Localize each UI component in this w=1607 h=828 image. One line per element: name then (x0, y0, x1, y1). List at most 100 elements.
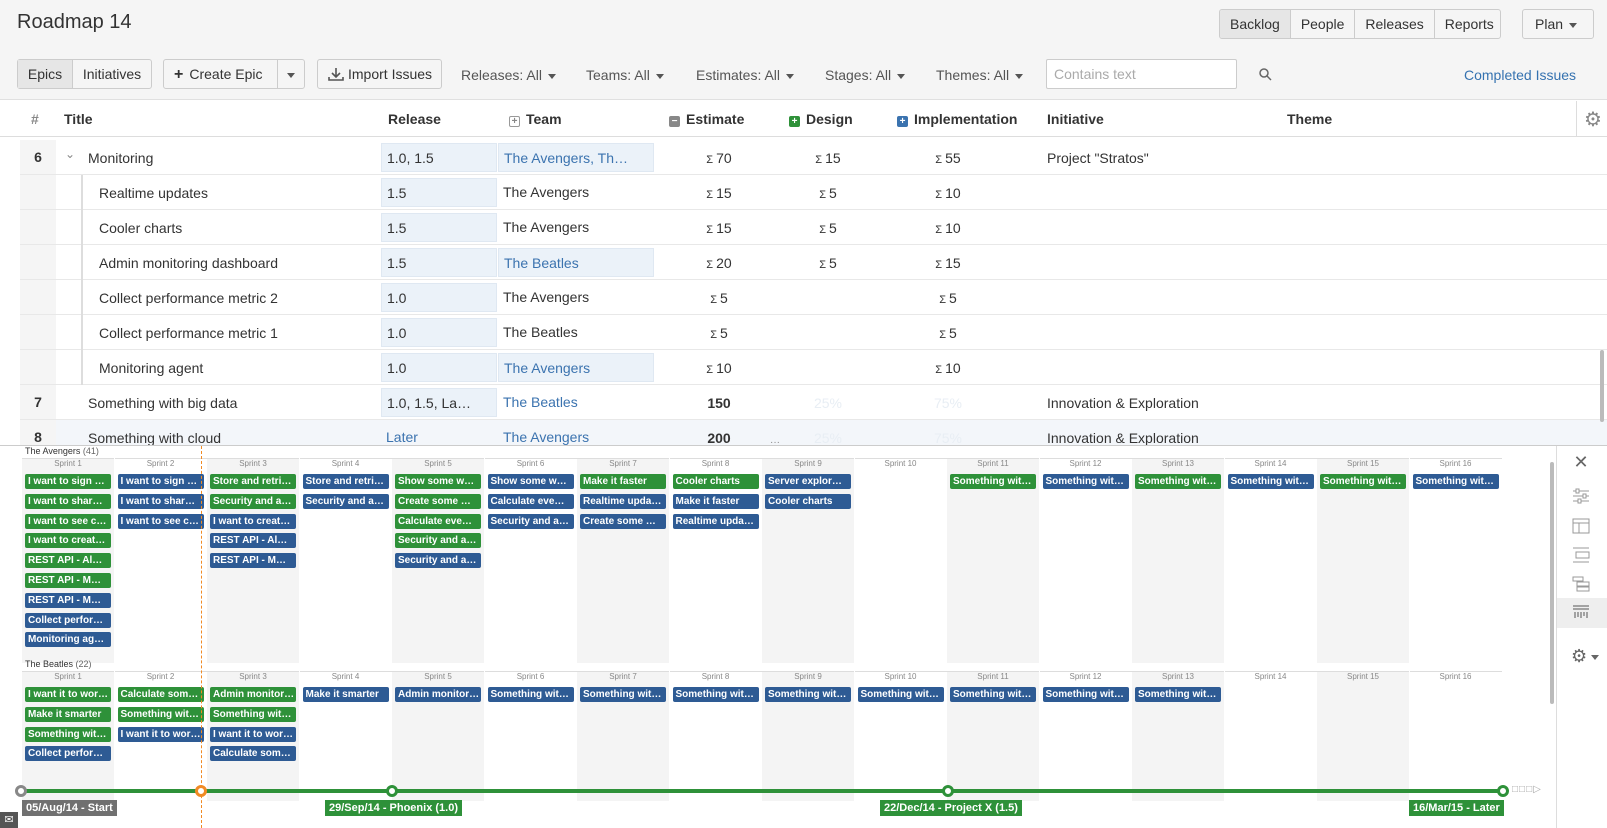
story-card[interactable]: Something wit… (25, 726, 111, 742)
team-cell[interactable]: The Beatles (498, 388, 654, 417)
design-value[interactable]: Σ5 (805, 255, 851, 271)
initiative-cell[interactable]: Innovation & Exploration (1047, 430, 1199, 445)
team-cell[interactable]: The Beatles (498, 318, 654, 347)
story-card[interactable]: I want it to wor… (25, 687, 111, 702)
initiative-cell[interactable]: Project "Stratos" (1047, 150, 1149, 166)
story-card[interactable]: I want to creat… (25, 533, 111, 549)
estimate-value[interactable]: Σ 10 (696, 360, 742, 376)
nav-reports[interactable]: Reports (1433, 10, 1500, 38)
estimate-value[interactable]: Σ 15 (696, 185, 742, 201)
release-cell[interactable]: Later (381, 423, 497, 445)
row-title[interactable]: Something with big data (88, 395, 237, 411)
story-card[interactable]: Security and a… (302, 493, 389, 509)
row-title[interactable]: Admin monitoring dashboard (99, 255, 278, 271)
team-cell[interactable]: The Avengers (498, 423, 654, 445)
tab-epics[interactable]: Epics (18, 60, 73, 88)
story-card[interactable]: I want to see c… (25, 513, 111, 529)
story-card[interactable]: Calculate som… (117, 687, 204, 702)
release-marker[interactable] (1497, 785, 1509, 797)
col-implementation[interactable]: + Implementation (897, 111, 1017, 127)
story-card[interactable]: Something wit… (1320, 474, 1406, 489)
story-card[interactable]: Realtime upda… (580, 493, 666, 509)
timeline-scroll-right-icon[interactable]: □□□▷ (1512, 784, 1542, 795)
story-card[interactable]: Calculate eve… (487, 493, 574, 509)
story-card[interactable]: Something wit… (765, 687, 851, 702)
child-table-row[interactable]: Admin monitoring dashboard 1.5 The Beatles… (20, 245, 1607, 280)
story-card[interactable]: Make it smarter (302, 687, 389, 702)
implementation-value[interactable]: Σ 10 (925, 185, 971, 201)
story-card[interactable]: Something wit… (117, 706, 204, 722)
story-card[interactable]: Calculate som… (210, 746, 296, 762)
story-card[interactable]: Something wit… (1412, 474, 1499, 489)
release-cell[interactable]: 1.5 (381, 213, 497, 242)
release-marker[interactable] (386, 785, 398, 797)
row-title[interactable]: Cooler charts (99, 220, 182, 236)
story-card[interactable]: REST API - M… (25, 592, 111, 608)
estimate-value[interactable]: Σ5 (696, 290, 742, 306)
collapse-icon[interactable]: − (669, 116, 680, 127)
design-value[interactable]: Σ5 (805, 220, 851, 236)
col-design[interactable]: + Design (789, 111, 853, 127)
row-title[interactable]: Collect performance metric 2 (99, 290, 278, 306)
create-epic-menu[interactable] (278, 60, 304, 88)
planner-scrollbar[interactable] (1550, 462, 1554, 704)
release-cell[interactable]: 1.0 (381, 318, 497, 347)
table-row[interactable]: 6 ⌄ Monitoring 1.0, 1.5 The Avengers, Th… Σ 70… (20, 140, 1607, 175)
release-label[interactable]: 05/Aug/14 - Start (22, 800, 117, 816)
nav-people[interactable]: People (1289, 10, 1355, 38)
story-card[interactable]: Security and a… (395, 533, 481, 549)
child-table-row[interactable]: Realtime updates 1.5 The Avengers Σ 15 Σ 5 Σ 10 (20, 175, 1607, 210)
col-team[interactable]: + Team (509, 111, 562, 127)
close-icon[interactable]: ✕ (1571, 452, 1591, 472)
story-card[interactable]: I want to shar… (117, 493, 204, 509)
story-card[interactable]: I want to sign … (117, 474, 204, 489)
story-card[interactable]: Collect perfor… (25, 612, 111, 628)
story-card[interactable]: Server explor… (765, 474, 851, 489)
row-title[interactable]: Monitoring agent (99, 360, 203, 376)
release-cell[interactable]: 1.0 (381, 353, 497, 382)
story-card[interactable]: Something wit… (672, 687, 759, 702)
story-card[interactable]: Something wit… (1227, 474, 1314, 489)
filter-themes[interactable]: Themes: All (936, 67, 1024, 83)
filter-settings-icon[interactable] (1571, 488, 1591, 506)
release-label[interactable]: 16/Mar/15 - Later (1409, 800, 1504, 816)
story-card[interactable]: Make it faster (672, 493, 759, 509)
story-card[interactable]: Cooler charts (672, 474, 759, 489)
child-table-row[interactable]: Monitoring agent 1.0 The Avengers Σ 10 Σ 10 (20, 350, 1607, 385)
col-estimate[interactable]: − Estimate (669, 111, 744, 127)
story-card[interactable]: Security and a… (395, 553, 481, 569)
child-table-row[interactable]: Collect performance metric 2 1.0 The Aveng… (20, 280, 1607, 315)
estimate-value[interactable]: Σ5 (696, 325, 742, 341)
column-settings[interactable]: ⚙ (1576, 101, 1607, 137)
story-card[interactable]: Store and retri… (302, 474, 389, 489)
implementation-value[interactable]: Σ 15 (925, 255, 971, 271)
release-cell[interactable]: 1.0, 1.5, La… (381, 388, 497, 417)
estimate-value[interactable]: 200 (696, 430, 742, 445)
story-card[interactable]: Store and retri… (210, 474, 296, 489)
story-card[interactable]: Monitoring ag… (25, 632, 111, 648)
story-card[interactable]: Something wit… (950, 687, 1036, 702)
col-release[interactable]: Release (388, 111, 441, 127)
chevron-down-icon[interactable]: ⌄ (65, 147, 75, 161)
story-card[interactable]: Something wit… (580, 687, 666, 702)
story-card[interactable]: Show some w… (487, 474, 574, 489)
story-card[interactable]: REST API - M… (210, 553, 296, 569)
gear-icon[interactable]: ⚙ (1571, 646, 1605, 666)
col-title[interactable]: Title (64, 111, 93, 127)
story-card[interactable]: REST API - Al… (25, 553, 111, 569)
story-card[interactable]: Realtime upda… (672, 513, 759, 529)
estimate-value[interactable]: 150 (696, 395, 742, 411)
team-cell[interactable]: The Avengers, Th… (498, 143, 654, 172)
release-label[interactable]: 29/Sep/14 - Phoenix (1.0) (325, 800, 462, 816)
filter-teams[interactable]: Teams: All (586, 67, 664, 83)
child-table-row[interactable]: Cooler charts 1.5 The Avengers Σ 15 Σ 5 Σ 10 (20, 210, 1607, 245)
create-epic-button[interactable]: + Create Epic (164, 60, 278, 88)
table-scrollbar[interactable] (1600, 350, 1604, 422)
story-card[interactable]: I want to creat… (210, 513, 296, 529)
col-initiative[interactable]: Initiative (1047, 111, 1104, 127)
table-row[interactable]: 8 Something with cloud Later The Avengers 20… (20, 420, 1607, 445)
story-card[interactable]: Something wit… (857, 687, 944, 702)
table-view-icon[interactable] (1571, 518, 1591, 536)
story-card[interactable]: Collect perfor… (25, 746, 111, 762)
estimate-value[interactable]: Σ 20 (696, 255, 742, 271)
